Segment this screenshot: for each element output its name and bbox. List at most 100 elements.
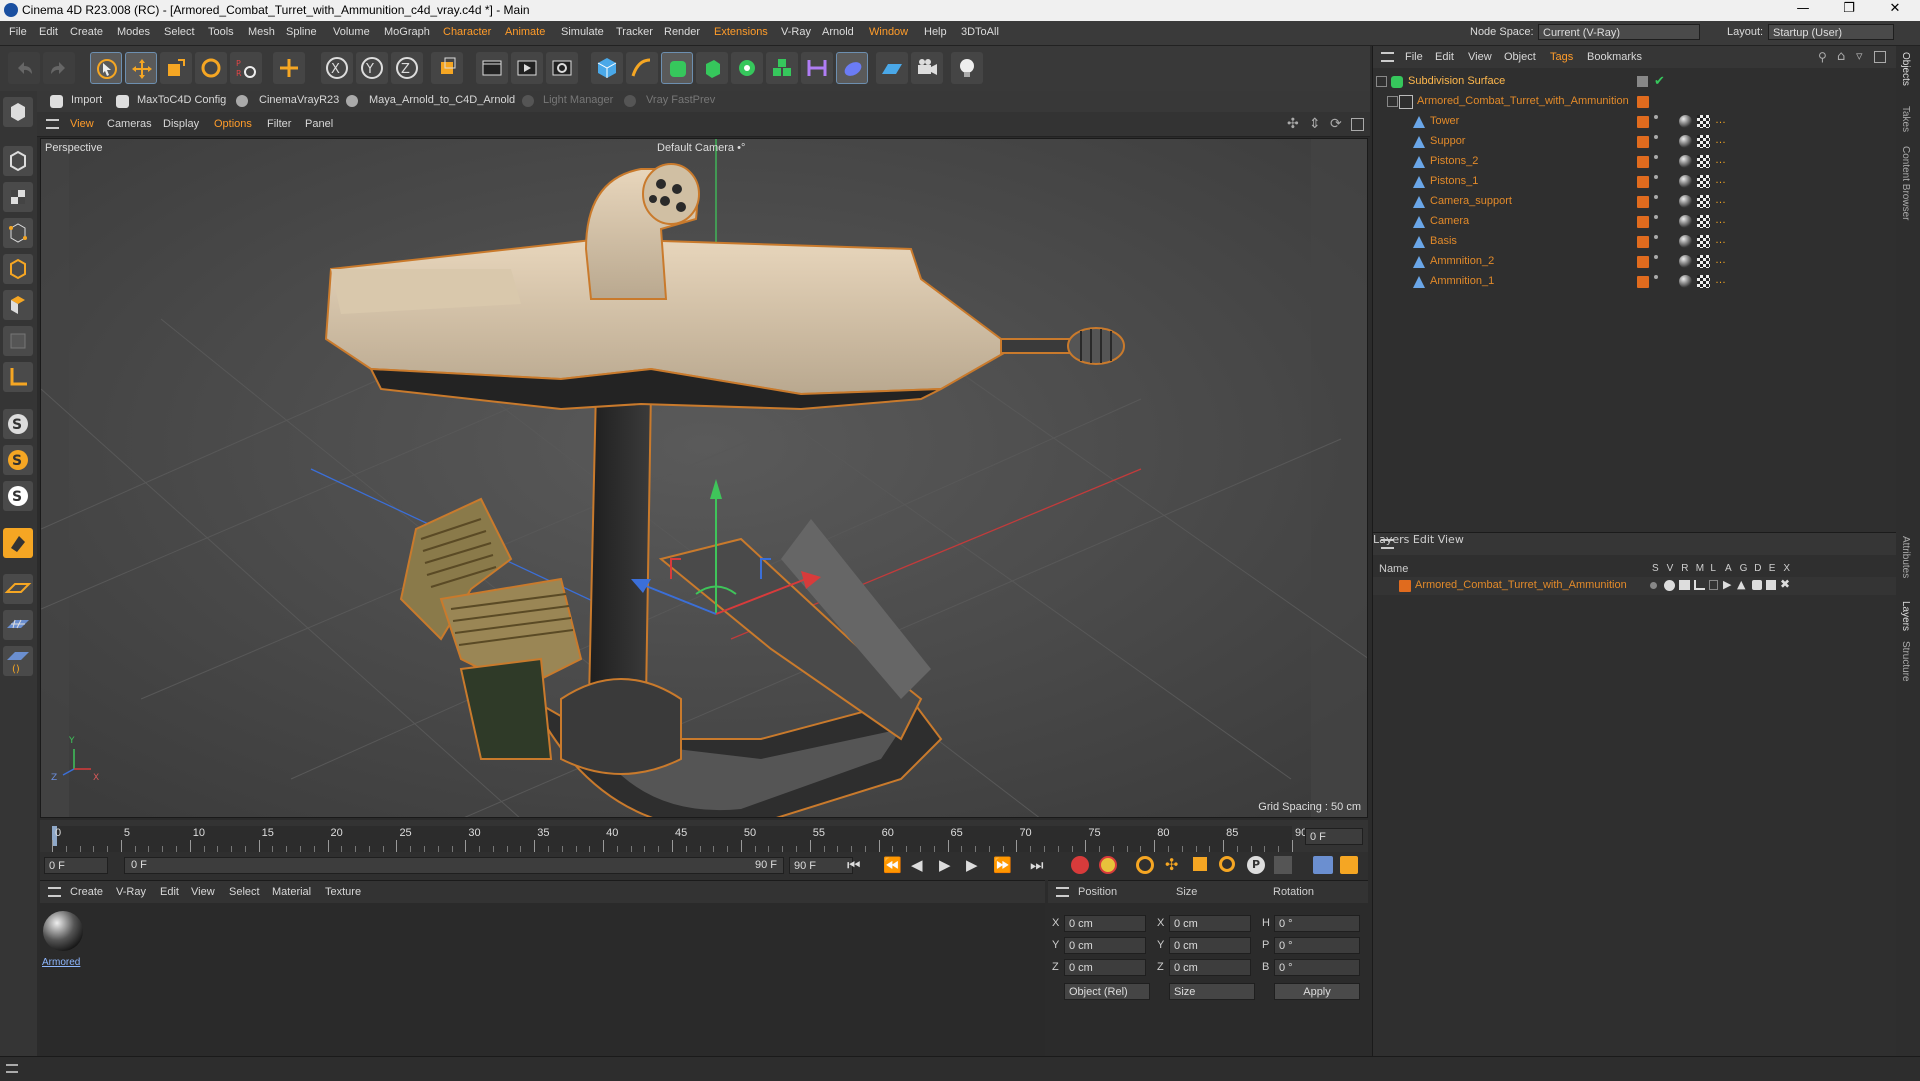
add-object-button[interactable] (273, 52, 305, 84)
phong-tag-icon[interactable]: … (1715, 234, 1726, 246)
cloner-button[interactable] (731, 52, 763, 84)
material-menu-create[interactable]: Create (70, 886, 103, 898)
edges-mode-button[interactable] (3, 254, 33, 284)
coords-hamburger-icon[interactable] (1056, 887, 1069, 897)
object-row[interactable]: Basis … (1373, 232, 1897, 252)
layer-generator-icon[interactable]: ▲ (1737, 578, 1745, 591)
layer-deformer-icon[interactable] (1752, 580, 1762, 590)
tree-collapse-icon[interactable] (1387, 96, 1398, 107)
pos-x-field[interactable]: 0 cm (1064, 915, 1146, 932)
plugin-cinemavray[interactable]: CinemaVrayR23 (259, 94, 339, 106)
node-space-select[interactable]: Current (V-Ray) (1538, 24, 1700, 40)
visibility-dots-icon[interactable] (1654, 175, 1658, 192)
render-region-button[interactable] (476, 52, 508, 84)
object-name[interactable]: Camera_support (1430, 195, 1512, 207)
viewport-menu-options[interactable]: Options (214, 118, 252, 130)
visibility-dots-icon[interactable] (1654, 135, 1658, 152)
make-editable-button[interactable] (3, 97, 33, 127)
object-row-group[interactable]: Armored_Combat_Turret_with_Ammunition (1373, 92, 1897, 112)
visibility-dots-icon[interactable] (1654, 155, 1658, 172)
status-menu-icon[interactable] (6, 1064, 18, 1073)
prev-frame-icon[interactable]: ◀ (911, 856, 923, 874)
object-row-subdivision[interactable]: Subdivision Surface ✔ (1373, 72, 1897, 92)
next-key-icon[interactable]: ⏩ (993, 856, 1012, 874)
layer-color-swatch[interactable] (1399, 580, 1411, 592)
texture-tag-icon[interactable] (1697, 195, 1710, 208)
size-z-field[interactable]: 0 cm (1169, 959, 1251, 976)
texture-mode-button[interactable] (3, 182, 33, 212)
rot-b-field[interactable]: 0 ° (1274, 959, 1360, 976)
layer-color-tag[interactable] (1637, 156, 1649, 168)
layer-manager-icon[interactable] (1694, 580, 1705, 590)
viewport-menu-view[interactable]: View (70, 118, 94, 130)
viewport-maximize-icon[interactable] (1351, 118, 1364, 131)
uv-mode-button[interactable] (3, 326, 33, 356)
object-name[interactable]: Basis (1430, 235, 1457, 247)
side-tab-objects[interactable]: Objects (1900, 52, 1911, 86)
phong-tag-icon[interactable]: … (1715, 174, 1726, 186)
side-tab-attributes[interactable]: Attributes (1900, 536, 1911, 578)
viewport-rotate-icon[interactable]: ⟳ (1330, 116, 1342, 132)
layers-menu-view[interactable]: View (1438, 533, 1464, 546)
vray-material-tag-icon[interactable] (1679, 135, 1692, 148)
vray-material-tag-icon[interactable] (1679, 115, 1692, 128)
object-menu-tags[interactable]: Tags (1550, 51, 1573, 63)
viewport-menu-panel[interactable]: Panel (305, 118, 333, 130)
texture-tag-icon[interactable] (1697, 175, 1710, 188)
object-name[interactable]: Pistons_1 (1430, 175, 1478, 187)
object-menu-edit[interactable]: Edit (1435, 51, 1454, 63)
visibility-dots-icon[interactable] (1654, 115, 1658, 132)
workplane-lock-button[interactable] (3, 528, 33, 558)
object-row[interactable]: Pistons_1 … (1373, 172, 1897, 192)
layer-color-tag[interactable] (1637, 236, 1649, 248)
menu-render[interactable]: Render (664, 26, 700, 38)
texture-tag-icon[interactable] (1697, 255, 1710, 268)
redo-button[interactable] (43, 52, 75, 84)
menu-modes[interactable]: Modes (117, 26, 150, 38)
key-position-icon[interactable]: ✣ (1165, 855, 1178, 874)
object-name[interactable]: Pistons_2 (1430, 155, 1478, 167)
plugin-import[interactable]: Import (71, 94, 102, 106)
object-row[interactable]: Ammnition_2… (1373, 252, 1897, 272)
object-row[interactable]: Camera_support… (1373, 192, 1897, 212)
go-to-start-icon[interactable]: ⏮ (847, 856, 861, 874)
vray-material-tag-icon[interactable] (1679, 175, 1692, 188)
object-row[interactable]: Camera … (1373, 212, 1897, 232)
menu-tracker[interactable]: Tracker (616, 26, 653, 38)
viewport-move-icon[interactable]: ✣ (1287, 116, 1299, 132)
material-name[interactable]: Armored (42, 957, 80, 968)
material-menu-edit[interactable]: Edit (160, 886, 179, 898)
object-row[interactable]: Pistons_2… (1373, 152, 1897, 172)
layer-color-tag[interactable] (1637, 96, 1649, 108)
visibility-dots-icon[interactable] (1654, 275, 1658, 292)
menu-3dtoall[interactable]: 3DToAll (961, 26, 999, 38)
menu-extensions[interactable]: Extensions (714, 26, 768, 38)
light-button[interactable] (951, 52, 983, 84)
layer-name[interactable]: Armored_Combat_Turret_with_Ammunition (1415, 579, 1627, 591)
vray-material-tag-icon[interactable] (1679, 235, 1692, 248)
layer-solo-icon[interactable] (1650, 582, 1657, 589)
phong-tag-icon[interactable]: … (1715, 254, 1726, 266)
object-filter-icon[interactable]: ▿ (1856, 49, 1863, 64)
layer-color-tag[interactable] (1637, 256, 1649, 268)
vray-material-tag-icon[interactable] (1679, 275, 1692, 288)
material-swatch[interactable] (43, 911, 83, 951)
axis-mode-button[interactable] (3, 362, 33, 392)
phong-tag-icon[interactable]: … (1715, 214, 1726, 226)
key-pla-icon[interactable] (1274, 856, 1292, 874)
move-tool-button[interactable] (125, 52, 157, 84)
object-hamburger-icon[interactable] (1381, 52, 1394, 62)
object-name[interactable]: Ammnition_1 (1430, 275, 1494, 287)
layer-render-icon[interactable] (1679, 580, 1690, 590)
object-name[interactable]: Camera (1430, 215, 1469, 227)
layer-lock-icon[interactable] (1709, 580, 1718, 590)
texture-tag-icon[interactable] (1697, 235, 1710, 248)
layer-color-tag[interactable] (1637, 216, 1649, 228)
layer-color-tag[interactable] (1637, 196, 1649, 208)
record-icon[interactable] (1071, 856, 1089, 874)
key-rotation-icon[interactable] (1219, 856, 1235, 872)
tree-collapse-icon[interactable] (1376, 76, 1387, 87)
viewport-zoom-icon[interactable]: ⇕ (1309, 116, 1321, 132)
points-mode-button[interactable] (3, 218, 33, 248)
menu-mograph[interactable]: MoGraph (384, 26, 430, 38)
